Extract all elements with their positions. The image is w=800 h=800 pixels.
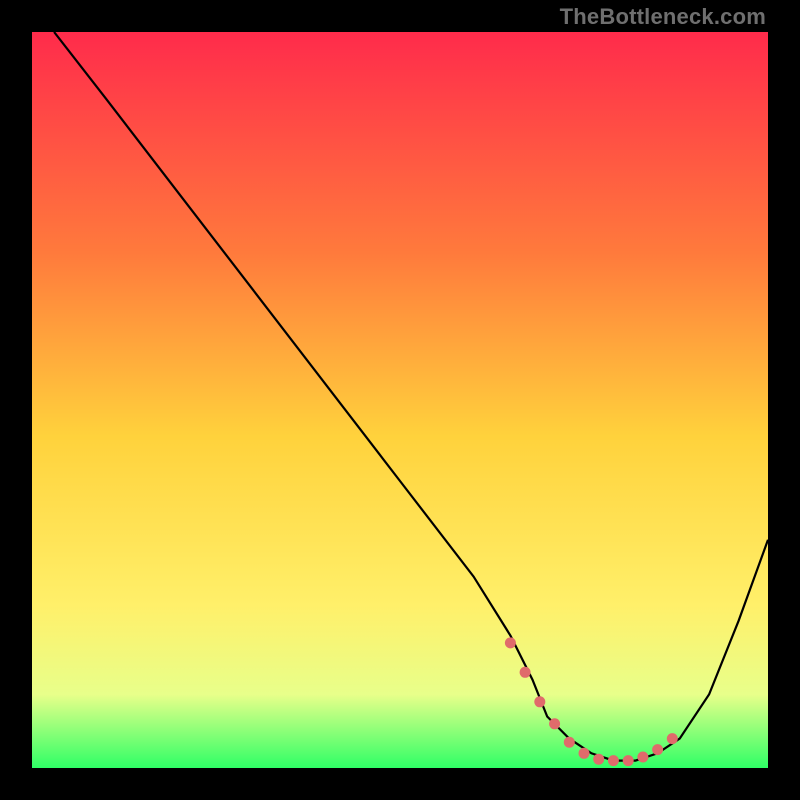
marker-dot xyxy=(534,696,545,707)
chart-svg xyxy=(32,32,768,768)
marker-dot xyxy=(652,744,663,755)
marker-dot xyxy=(579,748,590,759)
watermark-text: TheBottleneck.com xyxy=(560,4,766,30)
marker-dot xyxy=(623,755,634,766)
marker-dot xyxy=(549,718,560,729)
marker-dot xyxy=(520,667,531,678)
marker-dot xyxy=(505,637,516,648)
gradient-background xyxy=(32,32,768,768)
marker-dot xyxy=(667,733,678,744)
plot-area xyxy=(32,32,768,768)
marker-dot xyxy=(564,737,575,748)
marker-dot xyxy=(608,755,619,766)
marker-dot xyxy=(593,754,604,765)
chart-frame: TheBottleneck.com xyxy=(0,0,800,800)
marker-dot xyxy=(637,752,648,763)
